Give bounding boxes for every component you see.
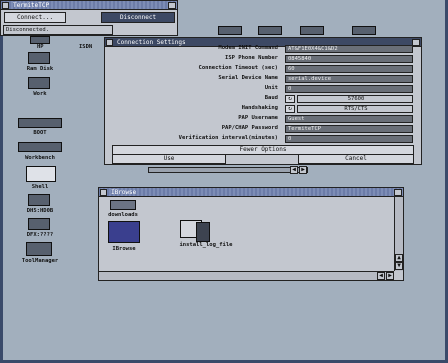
timeout-field[interactable]: 60 <box>285 65 413 73</box>
handshaking-field[interactable]: RTS/CTS <box>297 105 413 113</box>
ram-disk-label: Ram Disk <box>26 66 54 72</box>
scroll-right-icon[interactable]: ▶ <box>299 166 307 174</box>
dh5-label: DH5:HD0B <box>26 208 54 214</box>
use-button[interactable]: Use <box>112 154 226 164</box>
drive-icon[interactable] <box>30 36 50 44</box>
pap-username-field[interactable]: Guest <box>285 115 413 123</box>
boot-label: BOOT <box>33 130 47 136</box>
depth-icon[interactable] <box>168 2 176 9</box>
toolmanager-label: ToolManager <box>21 258 59 264</box>
work-label: Work <box>33 91 47 97</box>
row-label-pap-user: PAP Username <box>238 115 278 121</box>
close-icon[interactable] <box>2 2 9 9</box>
dfx-label: DFX:???? <box>26 232 54 238</box>
install-log-label: install_log_file <box>179 242 233 248</box>
cancel-button[interactable]: Cancel <box>298 154 414 164</box>
row-label-baud: Baud <box>264 95 278 101</box>
horizontal-scrollbar[interactable] <box>99 271 394 280</box>
connect-button[interactable]: Connect... <box>4 12 66 23</box>
dh5-icon[interactable] <box>28 194 50 206</box>
baud-field[interactable]: 57600 <box>297 95 413 103</box>
scroll-up-icon[interactable]: ▲ <box>395 254 403 262</box>
drive-icon[interactable] <box>352 26 376 35</box>
workbench-icon[interactable] <box>18 142 62 152</box>
depth-icon[interactable] <box>412 39 420 46</box>
unit-field[interactable]: 0 <box>285 85 413 93</box>
toolmanager-icon[interactable] <box>26 242 52 256</box>
termite-window: TermiteTCP Connect... Disconnect Disconn… <box>0 0 178 36</box>
drive-icon[interactable] <box>258 26 282 35</box>
baud-cycle-button[interactable]: ↻ <box>285 95 295 103</box>
shell-icon[interactable] <box>26 166 56 182</box>
row-label-unit: Unit <box>264 85 278 91</box>
pap-password-field[interactable]: TermiteTCP <box>285 125 413 133</box>
row-label-timeout: Connection Timeout (sec) <box>198 65 278 71</box>
shell-label: Shell <box>31 184 49 190</box>
disconnect-button[interactable]: Disconnect <box>101 12 175 23</box>
drive-icon[interactable] <box>218 26 242 35</box>
phone-field[interactable]: 0845840 <box>285 55 413 63</box>
downloads-label: downloads <box>108 212 138 218</box>
row-label-phone: ISP Phone Number <box>225 55 278 61</box>
row-label-modem-init: Modem INIT Command <box>218 45 278 51</box>
drawer-icon[interactable] <box>110 200 136 210</box>
scroll-left-icon[interactable]: ◀ <box>290 166 298 174</box>
work-icon[interactable] <box>28 77 50 89</box>
scroll-left-icon[interactable]: ◀ <box>377 272 385 280</box>
isdn-label: ISDN <box>79 44 93 50</box>
boot-icon[interactable] <box>18 118 62 128</box>
ibrowse-title: IBrowse <box>111 189 137 196</box>
row-label-handshaking: Handshaking <box>241 105 278 111</box>
serial-device-field[interactable]: serial.device <box>285 75 413 83</box>
ibrowse-titlebar[interactable]: IBrowse <box>99 188 403 197</box>
verification-field[interactable]: 0 <box>285 135 413 143</box>
scroll-down-icon[interactable]: ▼ <box>395 262 403 270</box>
row-label-serial: Serial Device Name <box>218 75 278 81</box>
row-label-verification: Verification interval(minutes) <box>178 135 278 141</box>
termite-title: TermiteTCP <box>13 2 50 9</box>
horizontal-scrollbar[interactable] <box>148 167 308 173</box>
workbench-label: Workbench <box>25 155 55 161</box>
scroll-right-icon[interactable]: ▶ <box>386 272 394 280</box>
ibrowse-app-icon[interactable] <box>108 221 140 243</box>
dfx-icon[interactable] <box>28 218 50 230</box>
depth-icon[interactable] <box>394 189 402 196</box>
drive-icon[interactable] <box>300 26 324 35</box>
ibrowse-label: IBrowse <box>112 246 136 252</box>
install-log-doc-icon <box>196 222 210 242</box>
termite-titlebar[interactable]: TermiteTCP <box>1 1 177 10</box>
ram-disk-icon[interactable] <box>28 52 50 64</box>
modem-init-field[interactable]: AT&F1E0X4&C1&D2 <box>285 45 413 53</box>
close-icon[interactable] <box>100 189 107 196</box>
row-label-pap-pass: PAP/CHAP Password <box>221 125 278 131</box>
handshaking-cycle-button[interactable]: ↻ <box>285 105 295 113</box>
hp-label: HP <box>37 44 44 50</box>
ibrowse-window: IBrowse ▲ ▼ ◀ ▶ <box>98 187 404 281</box>
status-field: Disconnected. <box>3 25 113 35</box>
